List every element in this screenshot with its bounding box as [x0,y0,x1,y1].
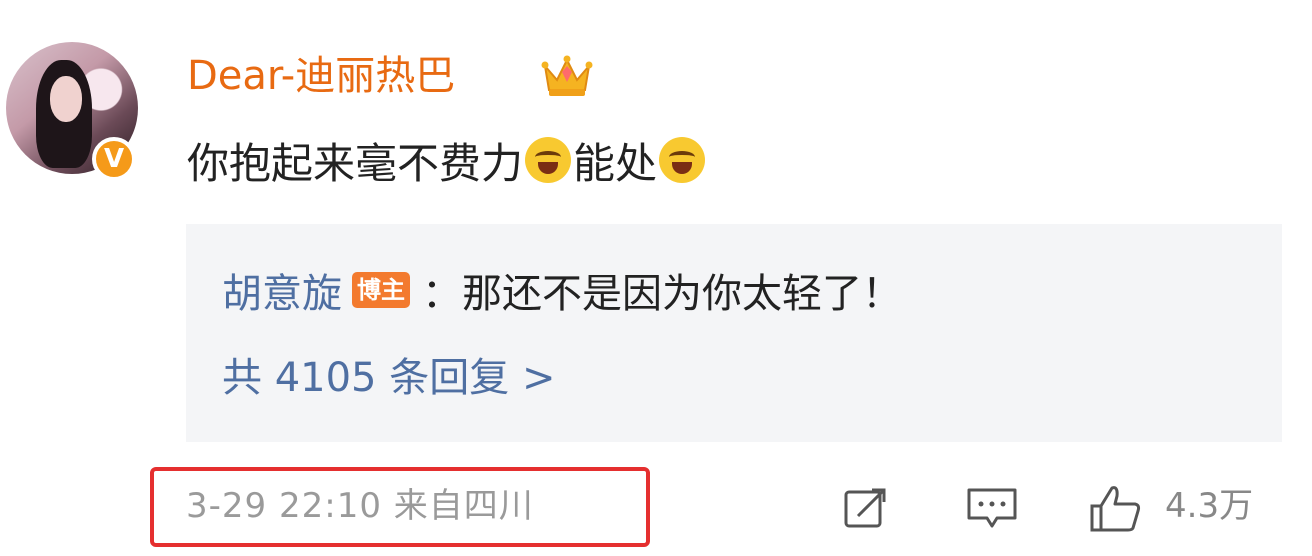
reply-box[interactable] [186,224,1282,442]
like-icon[interactable] [1088,484,1144,534]
reply-text: 那还不是因为你太轻了！ [462,271,902,317]
reply-preview: 胡意旋 博主 ： 那还不是因为你太轻了！ [222,262,902,318]
comment-text-part2: 能处 [573,138,658,188]
crown-icon [541,55,593,96]
verified-badge-icon: V [92,137,136,181]
comment-icon[interactable] [965,484,1019,532]
laughing-tears-emoji-icon [525,137,572,183]
timestamp-location: 3-29 22:10 来自四川 [186,486,534,526]
view-replies-link[interactable]: 共 4105 条回复 > [222,350,555,406]
like-count: 4.3万 [1165,486,1254,526]
comment-text: 你抱起来毫不费力 能处 [187,130,707,190]
laughing-emoji-icon [659,137,706,183]
reply-separator: ： [422,271,462,317]
host-badge: 博主 [352,272,410,308]
reply-author[interactable]: 胡意旋 [222,261,342,319]
comment-text-part1: 你抱起来毫不费力 [187,138,524,188]
avatar-face [50,76,82,122]
repost-icon[interactable] [840,484,892,532]
username[interactable]: Dear-迪丽热巴 [187,50,455,102]
